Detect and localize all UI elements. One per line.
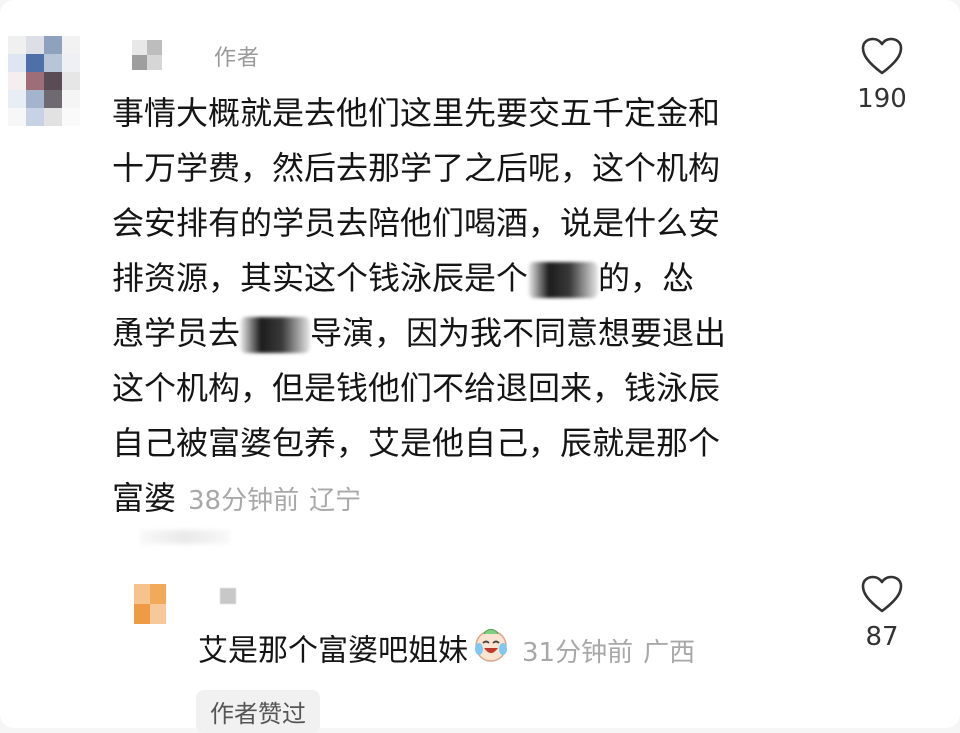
commenter-avatar[interactable]: [8, 36, 80, 126]
comment-text[interactable]: 事情大概就是去他们这里先要交五千定金和 十万学费，然后去那学了之后呢，这个机构 会安…: [112, 86, 832, 529]
reply-time: 31分钟前: [522, 637, 634, 668]
heart-icon[interactable]: [860, 36, 904, 76]
like-count: 87: [865, 622, 899, 652]
comment-like[interactable]: 190: [842, 36, 922, 114]
replier-avatar[interactable]: [134, 584, 166, 624]
author-liked-badge: 作者赞过: [196, 690, 320, 733]
reply-location: 广西: [643, 637, 696, 668]
comment-card: 作者 事情大概就是去他们这里先要交五千定金和 十万学费，然后去那学了之后呢，这个机…: [0, 0, 960, 733]
reply-like[interactable]: 87: [842, 574, 922, 652]
censored-word: [240, 317, 311, 353]
reply-text[interactable]: 艾是那个富婆吧姐妹 31分钟前 广西: [198, 626, 695, 678]
crying-laughing-emoji: [472, 626, 510, 678]
censored-word: [528, 262, 599, 298]
blurred-element: [140, 530, 230, 544]
replier-name-blurred[interactable]: [220, 588, 236, 604]
commenter-name-blurred[interactable]: [132, 40, 162, 70]
comment-time: 38分钟前: [188, 486, 300, 516]
reply-meta: 31分钟前 广西: [522, 638, 695, 668]
comment-location: 辽宁: [309, 486, 362, 516]
author-tag: 作者: [214, 46, 261, 71]
like-count: 190: [857, 84, 907, 114]
heart-icon[interactable]: [860, 574, 904, 614]
comment-meta: 38分钟前 辽宁: [188, 486, 361, 516]
